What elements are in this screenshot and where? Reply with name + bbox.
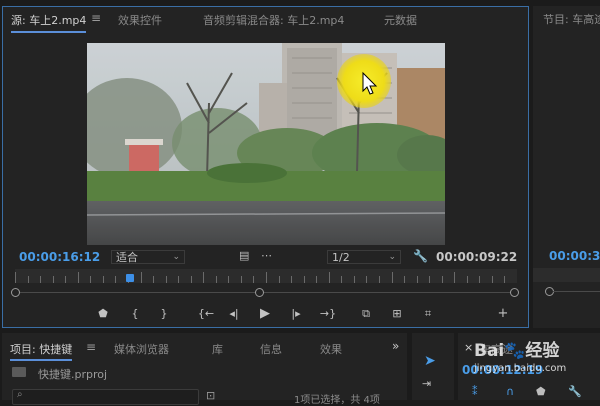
drag-video-icon[interactable]: ▤ xyxy=(239,249,249,262)
program-timecode[interactable]: 00:00:3 xyxy=(549,249,600,263)
close-icon[interactable]: × xyxy=(464,341,473,354)
chevron-down-icon: ⌄ xyxy=(172,252,180,262)
zoom-handle-right[interactable] xyxy=(510,288,519,297)
new-bin-from-search-icon[interactable]: ⊡ xyxy=(206,389,215,402)
step-forward-icon[interactable]: |▸ xyxy=(288,307,304,321)
zoom-handle-middle[interactable] xyxy=(255,288,264,297)
program-zoom-track[interactable] xyxy=(553,291,600,292)
search-icon: ⌕ xyxy=(17,389,23,400)
project-file-name: 快捷键.prproj xyxy=(38,368,108,381)
add-marker-icon[interactable]: ⬟ xyxy=(95,307,111,321)
selection-status: 1项已选择，共 4项 xyxy=(294,395,380,406)
go-to-in-icon[interactable]: {← xyxy=(195,307,217,321)
panel-menu-icon[interactable]: ≡ xyxy=(86,340,96,354)
tools-panel: ➤ ⇥ xyxy=(412,333,454,400)
mark-in-icon[interactable]: { xyxy=(127,307,143,321)
play-button-icon[interactable]: ▶ xyxy=(257,307,273,321)
selection-tool-icon[interactable]: ➤ xyxy=(424,353,436,369)
zoom-handle-left[interactable] xyxy=(11,288,20,297)
watermark-url-text: jingyan.baidu.com xyxy=(474,363,567,374)
project-search-input[interactable]: ⌕ xyxy=(12,389,199,405)
chevron-down-icon: ⌄ xyxy=(388,252,396,262)
fit-zoom-select-value: 适合 xyxy=(116,251,138,264)
drag-audio-icon[interactable]: ⋯ xyxy=(261,249,272,262)
tab-effects[interactable]: 效果 xyxy=(320,341,342,357)
playback-resolution-select[interactable]: 1/2 ⌄ xyxy=(327,250,401,264)
step-back-icon[interactable]: ◂| xyxy=(226,307,242,321)
video-frame-image xyxy=(87,43,445,245)
playback-resolution-value: 1/2 xyxy=(332,251,350,264)
insert-icon[interactable]: ⧉ xyxy=(358,307,374,321)
panel-menu-icon[interactable]: ≡ xyxy=(91,11,101,25)
program-time-ruler[interactable] xyxy=(533,268,600,282)
fit-zoom-select[interactable]: 适合 ⌄ xyxy=(111,250,185,264)
go-to-out-icon[interactable]: →} xyxy=(317,307,339,321)
video-preview[interactable] xyxy=(87,43,445,245)
project-panel: 项目: 快捷键 ≡ 媒体浏览器 库 信息 效果 » 快捷键.prproj ⌕ ⊡… xyxy=(2,333,407,406)
zoom-scrollbar-track[interactable] xyxy=(15,292,517,293)
linked-selection-icon[interactable]: ∩ xyxy=(506,385,514,398)
snap-icon[interactable]: ⁑ xyxy=(472,385,478,398)
folder-icon xyxy=(12,367,26,377)
tab-media-browser[interactable]: 媒体浏览器 xyxy=(114,341,169,357)
overwrite-icon[interactable]: ⊞ xyxy=(389,307,405,321)
tab-info[interactable]: 信息 xyxy=(260,341,282,357)
source-monitor-panel: 源: 车上2.mp4 ≡ 效果控件 音频剪辑混合器: 车上2.mp4 元数据 0… xyxy=(2,6,529,328)
baidu-jingyan-watermark: Bai🐾经验 jingyan.baidu.com xyxy=(474,336,566,374)
program-monitor-panel: 节目: 车高途 00:00:3 xyxy=(533,6,600,328)
tab-project[interactable]: 项目: 快捷键 xyxy=(10,341,73,361)
time-ruler[interactable] xyxy=(15,269,518,283)
tab-program[interactable]: 节目: 车高途 xyxy=(543,11,600,27)
source-monitor-tabbar: 源: 车上2.mp4 ≡ 效果控件 音频剪辑混合器: 车上2.mp4 元数据 xyxy=(3,7,528,33)
tab-metadata[interactable]: 元数据 xyxy=(384,12,417,28)
tab-audio-clip-mixer[interactable]: 音频剪辑混合器: 车上2.mp4 xyxy=(203,12,344,28)
timeline-settings-icon[interactable]: 🔧 xyxy=(568,385,582,398)
time-ruler-ticks xyxy=(15,272,518,283)
timeline-panel: × 车高途 00:00:12:19 ⁑ ∩ ⬟ 🔧 Bai🐾经验 jingyan… xyxy=(458,333,600,400)
mark-out-icon[interactable]: } xyxy=(156,307,172,321)
add-marker-icon[interactable]: ⬟ xyxy=(536,385,546,398)
tab-effect-controls[interactable]: 效果控件 xyxy=(118,12,162,28)
source-duration-timecode: 00:00:09:22 xyxy=(436,250,518,264)
export-frame-icon[interactable]: ⌗ xyxy=(420,307,436,321)
wrench-settings-icon[interactable]: 🔧 xyxy=(413,249,428,263)
source-current-timecode[interactable]: 00:00:16:12 xyxy=(19,250,100,264)
watermark-logo-text: Bai🐾经验 xyxy=(474,341,560,361)
more-tabs-icon[interactable]: » xyxy=(392,339,399,353)
tab-libraries[interactable]: 库 xyxy=(212,341,223,357)
tab-source[interactable]: 源: 车上2.mp4 xyxy=(11,12,87,33)
track-select-tool-icon[interactable]: ⇥ xyxy=(422,377,431,390)
button-editor-icon[interactable]: + xyxy=(495,307,511,321)
playhead-handle[interactable] xyxy=(126,274,135,282)
